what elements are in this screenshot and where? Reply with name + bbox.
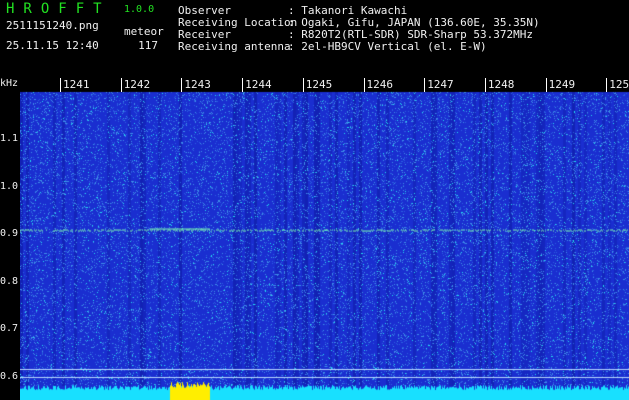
time-tick-mark (242, 78, 244, 92)
time-tick-label: 1250 (609, 78, 629, 91)
frequency-axis: kHz 1.1 1.0 0.9 0.8 0.7 0.6 (0, 78, 20, 400)
time-tick-mark (120, 78, 122, 92)
axis-unit-label: kHz (0, 78, 19, 89)
time-tick-mark (60, 78, 61, 92)
time-tick-label: 1246 (366, 78, 394, 91)
time-tick-mark (424, 78, 426, 92)
time-tick-label: 1242 (123, 78, 151, 91)
frequency-tick-label: 1.0 (0, 180, 19, 192)
frequency-tick-label: 0.7 (0, 323, 19, 335)
time-tick-label: 1249 (548, 78, 576, 91)
spectrogram-canvas (20, 78, 629, 400)
time-tick-mark (302, 78, 304, 92)
antenna-label: Receiving antenna (178, 40, 291, 53)
frequency-tick-label: 1.1 (0, 133, 19, 145)
time-tick-label: 1247 (427, 78, 454, 91)
time-tick-mark (545, 78, 547, 92)
app-version: 1.0.0 (124, 4, 155, 15)
file-name: 2511151240.png (6, 19, 99, 32)
time-tick-mark (484, 78, 486, 92)
time-tick-label: 1248 (487, 78, 515, 91)
time-tick-label: 1241 (63, 78, 90, 91)
time-tick-label: 1243 (184, 78, 211, 91)
time-tick-mark (606, 78, 608, 92)
time-tick-label: 1244 (245, 78, 272, 91)
antenna-value: : 2el-HB9CV Vertical (el. E-W) (288, 40, 487, 53)
header-panel: HROFFT 1.0.0 2511151240.png meteor 25.11… (0, 0, 629, 78)
time-axis: 1241 1242 1243 1244 1245 1246 1247 1248 1249 1250 (20, 78, 629, 92)
frequency-tick-label: 0.8 (0, 275, 19, 287)
capture-datetime: 25.11.15 12:40 (6, 39, 99, 52)
frequency-tick-label: 0.9 (0, 228, 19, 240)
time-tick-mark (363, 78, 365, 92)
frequency-tick-label: 0.6 (0, 370, 19, 382)
time-tick-label: 1245 (305, 78, 333, 91)
app-logo: HROFFT (6, 1, 111, 17)
time-tick-mark (181, 78, 183, 92)
meteor-count: 117 (138, 39, 158, 52)
meteor-label: meteor (124, 25, 164, 38)
